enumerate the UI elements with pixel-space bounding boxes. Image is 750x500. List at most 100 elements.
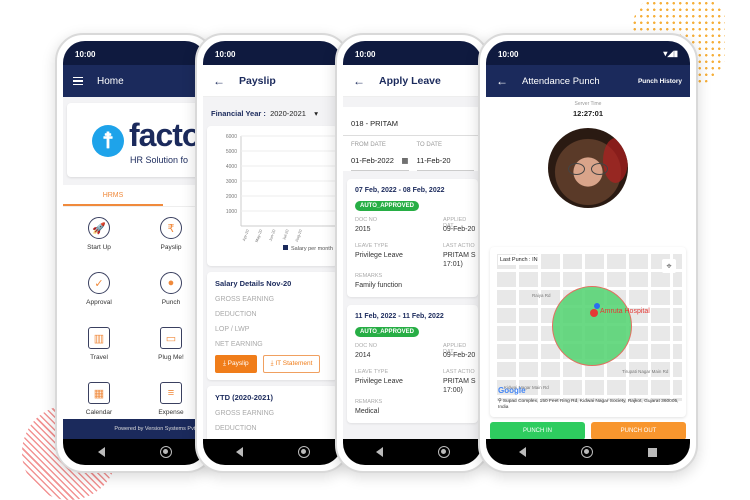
server-time: Server Time 12:27:01 <box>486 97 690 118</box>
footer: Powered by Version Systems Pvt. Lt <box>63 419 207 439</box>
home-nav-icon[interactable] <box>297 446 310 458</box>
menu-icon[interactable] <box>73 77 83 85</box>
page-title: Apply Leave <box>379 74 441 87</box>
legend-label: Salary per month <box>291 246 333 252</box>
download-it-statement-button[interactable]: ⤓ IT Statement <box>262 355 321 373</box>
module-travel[interactable]: ▥ Travel <box>63 327 135 382</box>
status-time: 10:00 <box>498 50 519 59</box>
employee-field[interactable]: 018 - PRITAM <box>343 107 482 136</box>
home-nav-icon[interactable] <box>437 446 450 458</box>
to-date-label: TO DATE <box>416 142 442 148</box>
server-time-value: 12:27:01 <box>572 109 604 118</box>
x-tick-label: Apr-20 <box>241 228 250 242</box>
address: ⚲ Supad Complex, 150 Feet Ring Rd, Kidwa… <box>498 399 680 412</box>
page-title: Attendance Punch <box>522 75 600 87</box>
row-lop: LOP / LWP <box>215 326 250 333</box>
from-date-input[interactable]: 01-Feb-2022 ▦ <box>351 156 409 171</box>
tab-hrms[interactable]: HRMS <box>63 185 163 206</box>
phone-home: 10:00 Home ☨ facto HR Solution fo HRMS R… <box>55 33 215 473</box>
salary-details-card: Salary Details Nov-20 GROSS EARNING DEDU… <box>207 272 338 380</box>
punch-history-link[interactable]: Punch History <box>638 78 682 85</box>
module-start-up[interactable]: 🚀 Start Up <box>63 217 135 272</box>
salary-chart: 1000 2000 3000 4000 5000 6000 Apr-20 May-20 Jun-… <box>207 126 342 266</box>
module-label: Calendar <box>85 409 113 416</box>
punch-out-button[interactable]: PUNCH OUT <box>591 422 686 440</box>
document-icon: ≡ <box>160 382 182 404</box>
status-bar: 10:00 ▾◢▮ <box>486 41 690 65</box>
leave-card[interactable]: 07 Feb, 2022 - 08 Feb, 2022 AUTO_APPROVE… <box>347 179 478 297</box>
fy-label: Financial Year : <box>211 109 266 118</box>
home-nav-icon[interactable] <box>160 446 172 458</box>
module-label: Start Up <box>87 244 111 251</box>
address-text: Supad Complex, 150 Feet Ring Rd, Kidwai … <box>498 398 679 411</box>
calendar-icon[interactable]: ▦ <box>401 156 408 165</box>
last-action-time: 17:00) <box>443 387 463 394</box>
download-payslip-button[interactable]: ⤓ Payslip <box>215 355 257 373</box>
back-nav-icon[interactable] <box>375 447 383 457</box>
applied-value: 09-Feb-20 <box>443 352 476 359</box>
fy-value: 2020-2021 <box>270 109 306 118</box>
leave-type-value: Privilege Leave <box>355 252 403 259</box>
punch-in-button[interactable]: PUNCH IN <box>490 422 585 440</box>
doc-no-label: DOC NO <box>355 217 377 223</box>
phone-apply-leave: 10:00 ← Apply Leave 018 - PRITAM FROM DA… <box>335 33 490 473</box>
tab-bar: HRMS RETIR <box>63 185 207 207</box>
doc-no-value: 2015 <box>355 226 371 233</box>
remarks-value: Family function <box>355 282 403 289</box>
last-action-time: 17:01) <box>443 261 463 268</box>
last-action-value: PRITAM S <box>443 378 476 385</box>
place-label: Amruta Hospital <box>600 308 650 315</box>
to-date-input[interactable]: 11-Feb-20 <box>416 156 474 171</box>
financial-year-select[interactable]: Financial Year : 2020-2021 ▾ <box>203 97 342 122</box>
legend-swatch <box>283 245 288 250</box>
row-deduction: DEDUCTION <box>215 425 257 432</box>
back-arrow-icon[interactable]: ← <box>496 75 508 87</box>
road-label: Raiya Rd <box>532 293 551 298</box>
back-nav-icon[interactable] <box>235 447 243 457</box>
dropdown-icon: ▾ <box>314 109 319 118</box>
last-punch: Last Punch : IN <box>498 255 540 265</box>
doc-no-label: DOC NO <box>355 343 377 349</box>
recents-nav-icon[interactable] <box>648 447 657 457</box>
rupee-icon: ₹ <box>160 217 182 239</box>
road-label: Tirupati Nagar Main Rd <box>622 369 669 374</box>
map-card: Amruta Hospital Last Punch : IN ⌖ Raiya … <box>490 247 686 417</box>
leave-card[interactable]: 11 Feb, 2022 - 11 Feb, 2022 AUTO_APPROVE… <box>347 305 478 423</box>
logo-banner: ☨ facto HR Solution fo <box>67 103 203 177</box>
last-action-value: PRITAM S <box>443 252 476 259</box>
check-icon: ✓ <box>88 272 110 294</box>
home-nav-icon[interactable] <box>581 446 593 458</box>
module-label: Approval <box>86 299 112 306</box>
x-tick-label: Aug-20 <box>294 228 303 243</box>
inbox-icon: ▭ <box>160 327 182 349</box>
back-nav-icon[interactable] <box>98 447 105 457</box>
server-time-label: Server Time <box>574 101 602 107</box>
row-deduction: DEDUCTION <box>215 311 257 318</box>
y-tick-label: 1000 <box>226 209 237 215</box>
app-bar: ← Attendance Punch Punch History <box>486 65 690 97</box>
hospital-pin-icon <box>590 309 598 317</box>
phone-attendance-punch: 10:00 ▾◢▮ ← Attendance Punch Punch Histor… <box>478 33 698 473</box>
chart-svg: 1000 2000 3000 4000 5000 6000 Apr-20 May-20 Jun-… <box>226 134 342 252</box>
app-bar: Home <box>63 65 207 97</box>
row-gross: GROSS EARNING <box>215 296 275 303</box>
row-gross: GROSS EARNING <box>215 410 275 417</box>
back-nav-icon[interactable] <box>519 447 526 457</box>
back-arrow-icon[interactable]: ← <box>353 75 365 87</box>
map[interactable]: Amruta Hospital Last Punch : IN ⌖ Raiya … <box>494 251 682 401</box>
module-approval[interactable]: ✓ Approval <box>63 272 135 327</box>
last-action-label: LAST ACTIO <box>443 369 475 375</box>
status-badge: AUTO_APPROVED <box>355 201 419 211</box>
module-grid: 🚀 Start Up ₹ Payslip ✓ Approval ● Punch ▥ Travel ▭… <box>63 207 207 437</box>
row-net: NET EARNING <box>215 341 263 348</box>
logo-tagline: HR Solution fo <box>130 155 189 165</box>
page-title: Home <box>97 75 124 87</box>
logo-icon: ☨ <box>92 125 124 157</box>
x-tick-label: May-20 <box>254 228 264 243</box>
y-tick-label: 3000 <box>226 179 237 185</box>
module-label: Travel <box>90 354 108 361</box>
leave-type-label: LEAVE TYPE <box>355 243 389 249</box>
status-badge: AUTO_APPROVED <box>355 327 419 337</box>
my-location-icon[interactable]: ⌖ <box>662 259 676 273</box>
back-arrow-icon[interactable]: ← <box>213 75 225 87</box>
